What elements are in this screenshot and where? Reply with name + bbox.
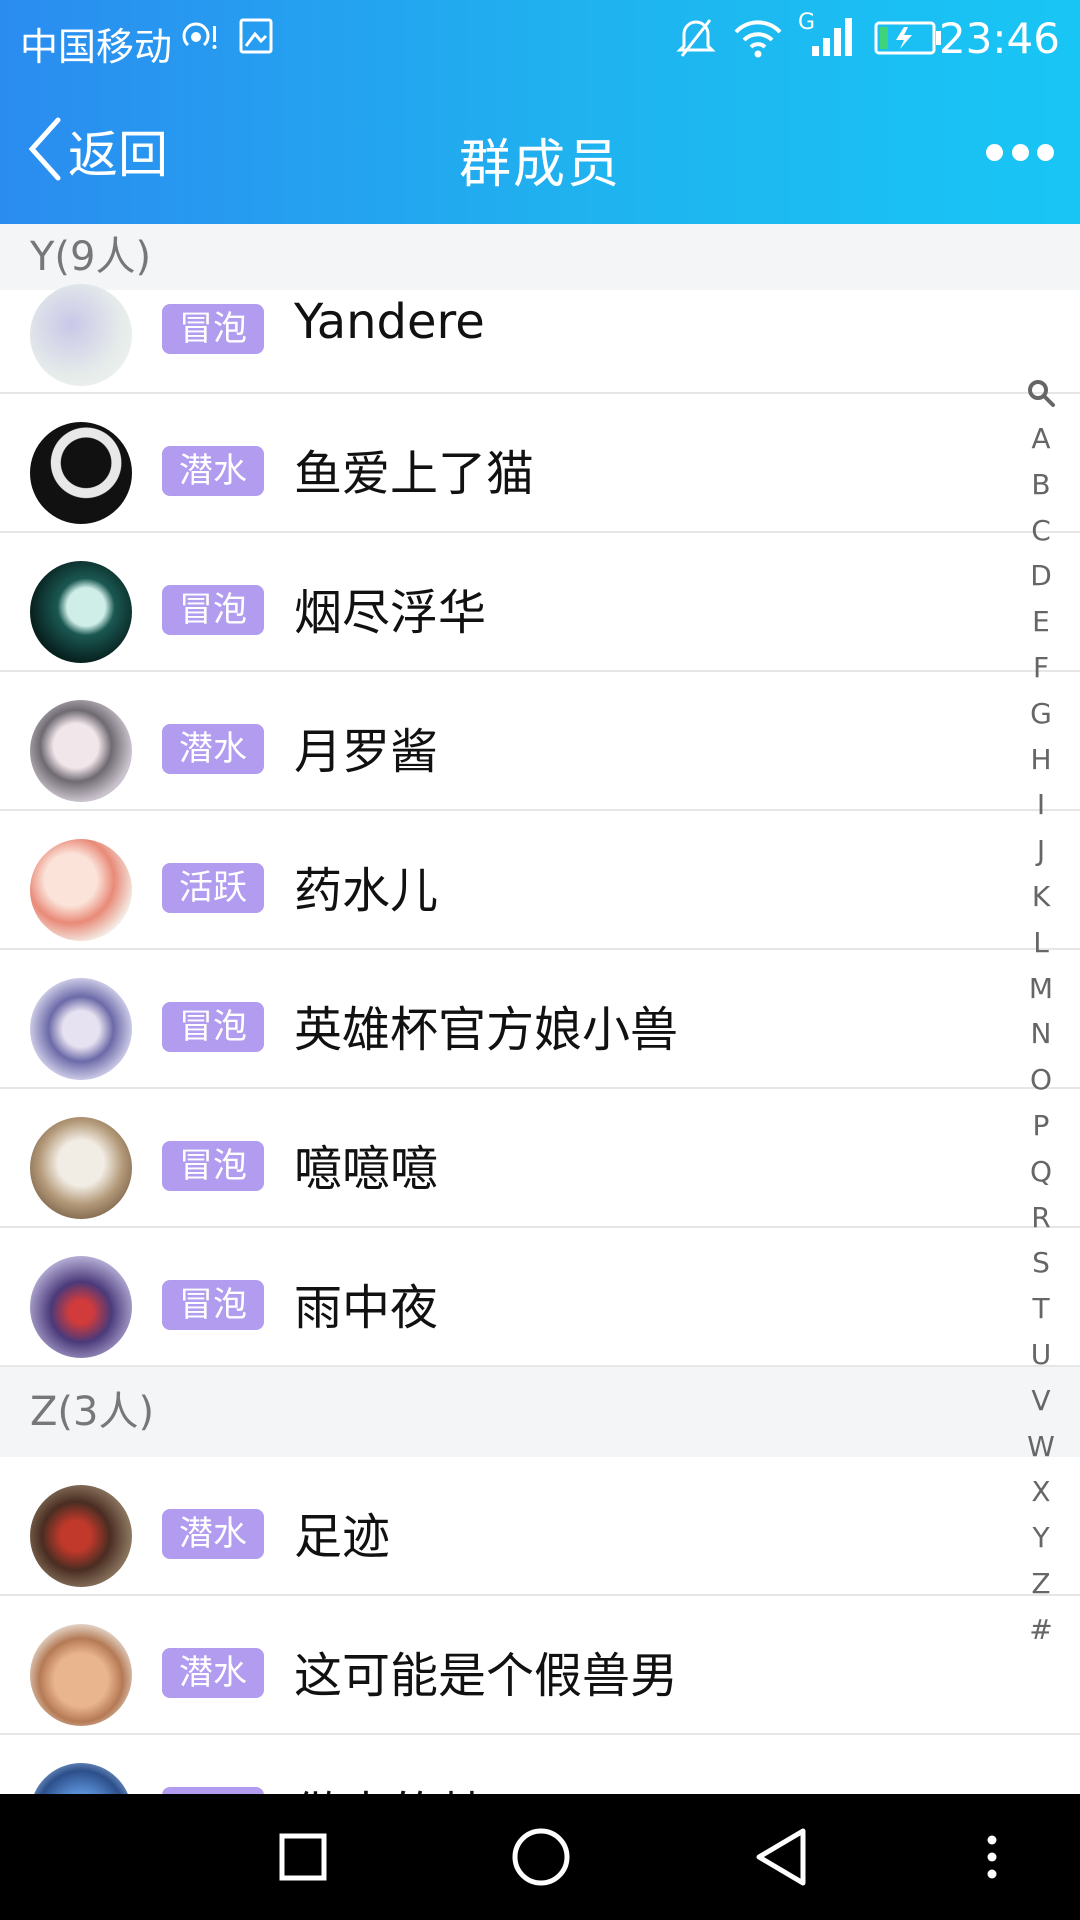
index-letter-w[interactable]: W bbox=[1016, 1424, 1066, 1470]
index-letter-e[interactable]: E bbox=[1016, 599, 1066, 645]
index-letter-hash[interactable]: # bbox=[1016, 1607, 1066, 1653]
member-row[interactable]: 潜水 做毒的梦 bbox=[0, 1735, 1080, 1794]
member-name: 英雄杯官方娘小兽 bbox=[294, 1002, 679, 1058]
section-header-z: Z(3人) bbox=[0, 1367, 1080, 1457]
member-row[interactable]: 潜水 这可能是个假兽男 bbox=[0, 1596, 1080, 1735]
index-letter-a[interactable]: A bbox=[1016, 416, 1066, 462]
app-header: 中国移动 G 23:46 返回 群成员 bbox=[0, 0, 1080, 224]
index-letter-u[interactable]: U bbox=[1016, 1332, 1066, 1378]
member-row[interactable]: 潜水 鱼爱上了猫 bbox=[0, 394, 1080, 533]
avatar bbox=[30, 978, 132, 1080]
member-badge: 潜水 bbox=[162, 1509, 264, 1559]
member-row[interactable]: 冒泡 雨中夜 bbox=[0, 1228, 1080, 1367]
member-name: 雨中夜 bbox=[294, 1280, 439, 1336]
avatar bbox=[30, 1624, 132, 1726]
index-letter-f[interactable]: F bbox=[1016, 645, 1066, 691]
nav-bar: 返回 群成员 bbox=[0, 78, 1080, 224]
avatar bbox=[30, 1117, 132, 1219]
index-letter-s[interactable]: S bbox=[1016, 1240, 1066, 1286]
member-name: 这可能是个假兽男 bbox=[294, 1648, 679, 1704]
member-row[interactable]: 冒泡 烟尽浮华 bbox=[0, 533, 1080, 672]
member-badge: 潜水 bbox=[162, 724, 264, 774]
member-badge: 潜水 bbox=[162, 1787, 264, 1794]
index-letter-j[interactable]: J bbox=[1016, 828, 1066, 874]
avatar bbox=[30, 561, 132, 663]
member-name: 鱼爱上了猫 bbox=[294, 446, 535, 502]
member-name: 药水儿 bbox=[294, 863, 439, 919]
image-icon bbox=[238, 16, 274, 65]
index-letter-i[interactable]: I bbox=[1016, 782, 1066, 828]
member-row[interactable]: 活跃 药水儿 bbox=[0, 811, 1080, 950]
index-letter-k[interactable]: K bbox=[1016, 874, 1066, 920]
index-letter-z[interactable]: Z bbox=[1016, 1561, 1066, 1607]
index-letter-o[interactable]: O bbox=[1016, 1057, 1066, 1103]
member-name: 月罗酱 bbox=[294, 724, 439, 780]
member-row[interactable]: 潜水 月罗酱 bbox=[0, 672, 1080, 811]
avatar bbox=[30, 422, 132, 524]
alphabet-index: A B C D E F G H I J K L M N O P Q R S T … bbox=[1016, 370, 1066, 1653]
index-letter-x[interactable]: X bbox=[1016, 1469, 1066, 1515]
member-list: Y(9人) 冒泡 Yandere 潜水 鱼爱上了猫 冒泡 烟尽浮华 潜水 月罗酱… bbox=[0, 224, 1080, 1794]
search-icon[interactable] bbox=[1016, 370, 1066, 416]
index-letter-l[interactable]: L bbox=[1016, 920, 1066, 966]
member-name: 足迹 bbox=[294, 1509, 391, 1565]
recent-apps-icon[interactable] bbox=[270, 1824, 336, 1890]
member-badge: 活跃 bbox=[162, 863, 264, 913]
avatar bbox=[30, 1763, 132, 1794]
member-badge: 潜水 bbox=[162, 446, 264, 496]
index-letter-g[interactable]: G bbox=[1016, 691, 1066, 737]
section-header-y: Y(9人) bbox=[0, 224, 1080, 290]
avatar bbox=[30, 1485, 132, 1587]
member-badge: 冒泡 bbox=[162, 1002, 264, 1052]
index-letter-t[interactable]: T bbox=[1016, 1286, 1066, 1332]
member-badge: 冒泡 bbox=[162, 304, 264, 354]
hotspot-icon bbox=[182, 16, 222, 67]
avatar bbox=[30, 284, 132, 386]
index-letter-n[interactable]: N bbox=[1016, 1011, 1066, 1057]
mute-icon bbox=[676, 16, 716, 69]
member-row[interactable]: 冒泡 Yandere bbox=[0, 284, 1080, 394]
member-name: Yandere bbox=[294, 294, 485, 350]
system-nav-bar bbox=[0, 1794, 1080, 1920]
signal-icon bbox=[810, 16, 856, 69]
status-bar: 中国移动 G 23:46 bbox=[0, 0, 1080, 78]
index-letter-v[interactable]: V bbox=[1016, 1378, 1066, 1424]
home-icon[interactable] bbox=[508, 1824, 574, 1890]
index-letter-m[interactable]: M bbox=[1016, 966, 1066, 1012]
avatar bbox=[30, 839, 132, 941]
index-letter-h[interactable]: H bbox=[1016, 737, 1066, 783]
avatar bbox=[30, 1256, 132, 1358]
member-badge: 冒泡 bbox=[162, 1141, 264, 1191]
wifi-icon bbox=[732, 16, 784, 69]
carrier-label: 中国移动 bbox=[20, 25, 173, 69]
index-letter-q[interactable]: Q bbox=[1016, 1149, 1066, 1195]
more-dots-icon[interactable] bbox=[986, 134, 1054, 170]
index-letter-p[interactable]: P bbox=[1016, 1103, 1066, 1149]
member-row[interactable]: 潜水 足迹 bbox=[0, 1457, 1080, 1596]
index-letter-r[interactable]: R bbox=[1016, 1195, 1066, 1241]
page-title: 群成员 bbox=[458, 135, 621, 195]
back-triangle-icon[interactable] bbox=[748, 1824, 814, 1890]
member-name: 烟尽浮华 bbox=[294, 585, 487, 641]
member-badge: 冒泡 bbox=[162, 585, 264, 635]
member-row[interactable]: 冒泡 噫噫噫 bbox=[0, 1089, 1080, 1228]
member-name: 做毒的梦 bbox=[294, 1775, 486, 1794]
avatar bbox=[30, 700, 132, 802]
index-letter-d[interactable]: D bbox=[1016, 553, 1066, 599]
member-badge: 冒泡 bbox=[162, 1280, 264, 1330]
menu-dots-icon[interactable] bbox=[972, 1824, 1012, 1890]
clock: 23:46 bbox=[938, 14, 1060, 63]
member-row[interactable]: 冒泡 英雄杯官方娘小兽 bbox=[0, 950, 1080, 1089]
member-name: 噫噫噫 bbox=[294, 1141, 439, 1197]
index-letter-b[interactable]: B bbox=[1016, 462, 1066, 508]
index-letter-c[interactable]: C bbox=[1016, 508, 1066, 554]
index-letter-y[interactable]: Y bbox=[1016, 1515, 1066, 1561]
member-badge: 潜水 bbox=[162, 1648, 264, 1698]
battery-charging-icon bbox=[874, 20, 942, 64]
